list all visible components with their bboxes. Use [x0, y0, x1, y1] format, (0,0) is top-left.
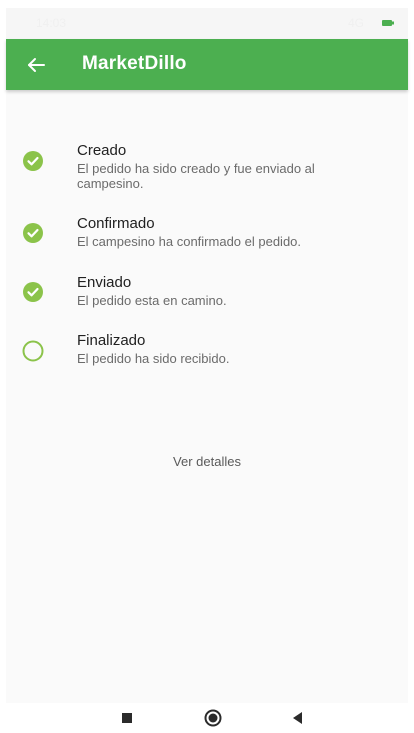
status-bar: 14:03 4G [6, 8, 408, 39]
view-details-link[interactable]: Ver detalles [6, 454, 408, 469]
app-screen: 14:03 4G MarketDillo Creado El pedido ha… [6, 8, 408, 703]
check-circle-icon [23, 223, 43, 243]
status-network: 4G [347, 16, 364, 30]
recent-apps-icon[interactable] [116, 707, 138, 729]
battery-icon [382, 20, 394, 26]
check-circle-icon [23, 282, 43, 302]
empty-circle-icon [22, 340, 44, 362]
step-title: Enviado [77, 274, 132, 291]
check-circle-icon [23, 151, 43, 171]
step-title: Confirmado [77, 215, 155, 232]
home-icon[interactable] [202, 707, 224, 729]
step-title: Finalizado [77, 332, 146, 349]
app-bar: MarketDillo [6, 39, 408, 90]
back-icon[interactable] [287, 707, 309, 729]
step-description: El campesino ha confirmado el pedido. [77, 234, 302, 249]
step-description: El pedido esta en camino. [77, 293, 227, 308]
status-time: 14:03 [36, 16, 67, 30]
step-title: Creado [77, 142, 127, 159]
arrow-left-icon [28, 58, 45, 72]
system-nav-bar [0, 703, 414, 733]
screen: 14:03 4G MarketDillo Creado El pedido ha… [0, 0, 414, 733]
step-description: El pedido ha sido recibido. [77, 351, 230, 366]
app-title: MarketDillo [82, 53, 187, 74]
back-button[interactable] [20, 49, 52, 81]
step-description: El pedido ha sido creado y fue enviado a… [77, 161, 315, 191]
